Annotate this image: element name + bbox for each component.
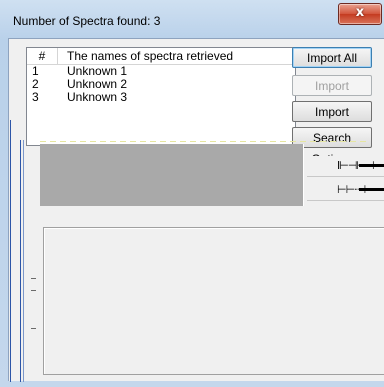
zoom-bar-icon — [359, 164, 384, 167]
close-button[interactable]: x — [338, 3, 382, 25]
list-header: # The names of spectra retrieved — [27, 48, 295, 65]
close-icon: x — [355, 5, 365, 20]
spectrum-display-panel — [43, 227, 384, 375]
row-name: Unknown 3 — [67, 90, 128, 104]
divider-line — [40, 141, 370, 142]
left-edge-line — [10, 120, 11, 382]
import-selected-button[interactable]: Import Selected — [292, 75, 372, 114]
spectrum-preview-panel — [40, 144, 304, 206]
list-item[interactable]: 3 Unknown 3 — [27, 91, 295, 104]
spectra-list[interactable]: # The names of spectra retrieved 1 Unkno… — [26, 47, 296, 146]
column-header-number[interactable]: # — [27, 48, 58, 64]
search-options-button[interactable]: Search Options — [292, 127, 372, 166]
left-edge-line — [20, 140, 21, 382]
zoom-tool-button[interactable]: I⊢⊣⊢⊣ — [307, 156, 384, 177]
axis-tick — [31, 328, 36, 329]
column-header-name[interactable]: The names of spectra retrieved — [67, 48, 233, 64]
title-bar[interactable]: Number of Spectra found: 3 x — [0, 0, 384, 38]
axis-tick — [31, 278, 36, 279]
import-options-button[interactable]: Import Options — [292, 101, 372, 140]
dialog-window: Number of Spectra found: 3 x # The names… — [0, 0, 384, 387]
dialog-client-area: # The names of spectra retrieved 1 Unkno… — [8, 38, 384, 381]
row-number: 3 — [32, 90, 39, 104]
left-edge-line — [23, 140, 24, 382]
scale-bar-icon — [359, 188, 384, 191]
scale-tool-button[interactable]: ⊢⊢·⊣ — [307, 180, 384, 201]
window-title: Number of Spectra found: 3 — [13, 14, 161, 28]
axis-tick — [31, 290, 36, 291]
import-all-button[interactable]: Import All — [292, 47, 372, 68]
